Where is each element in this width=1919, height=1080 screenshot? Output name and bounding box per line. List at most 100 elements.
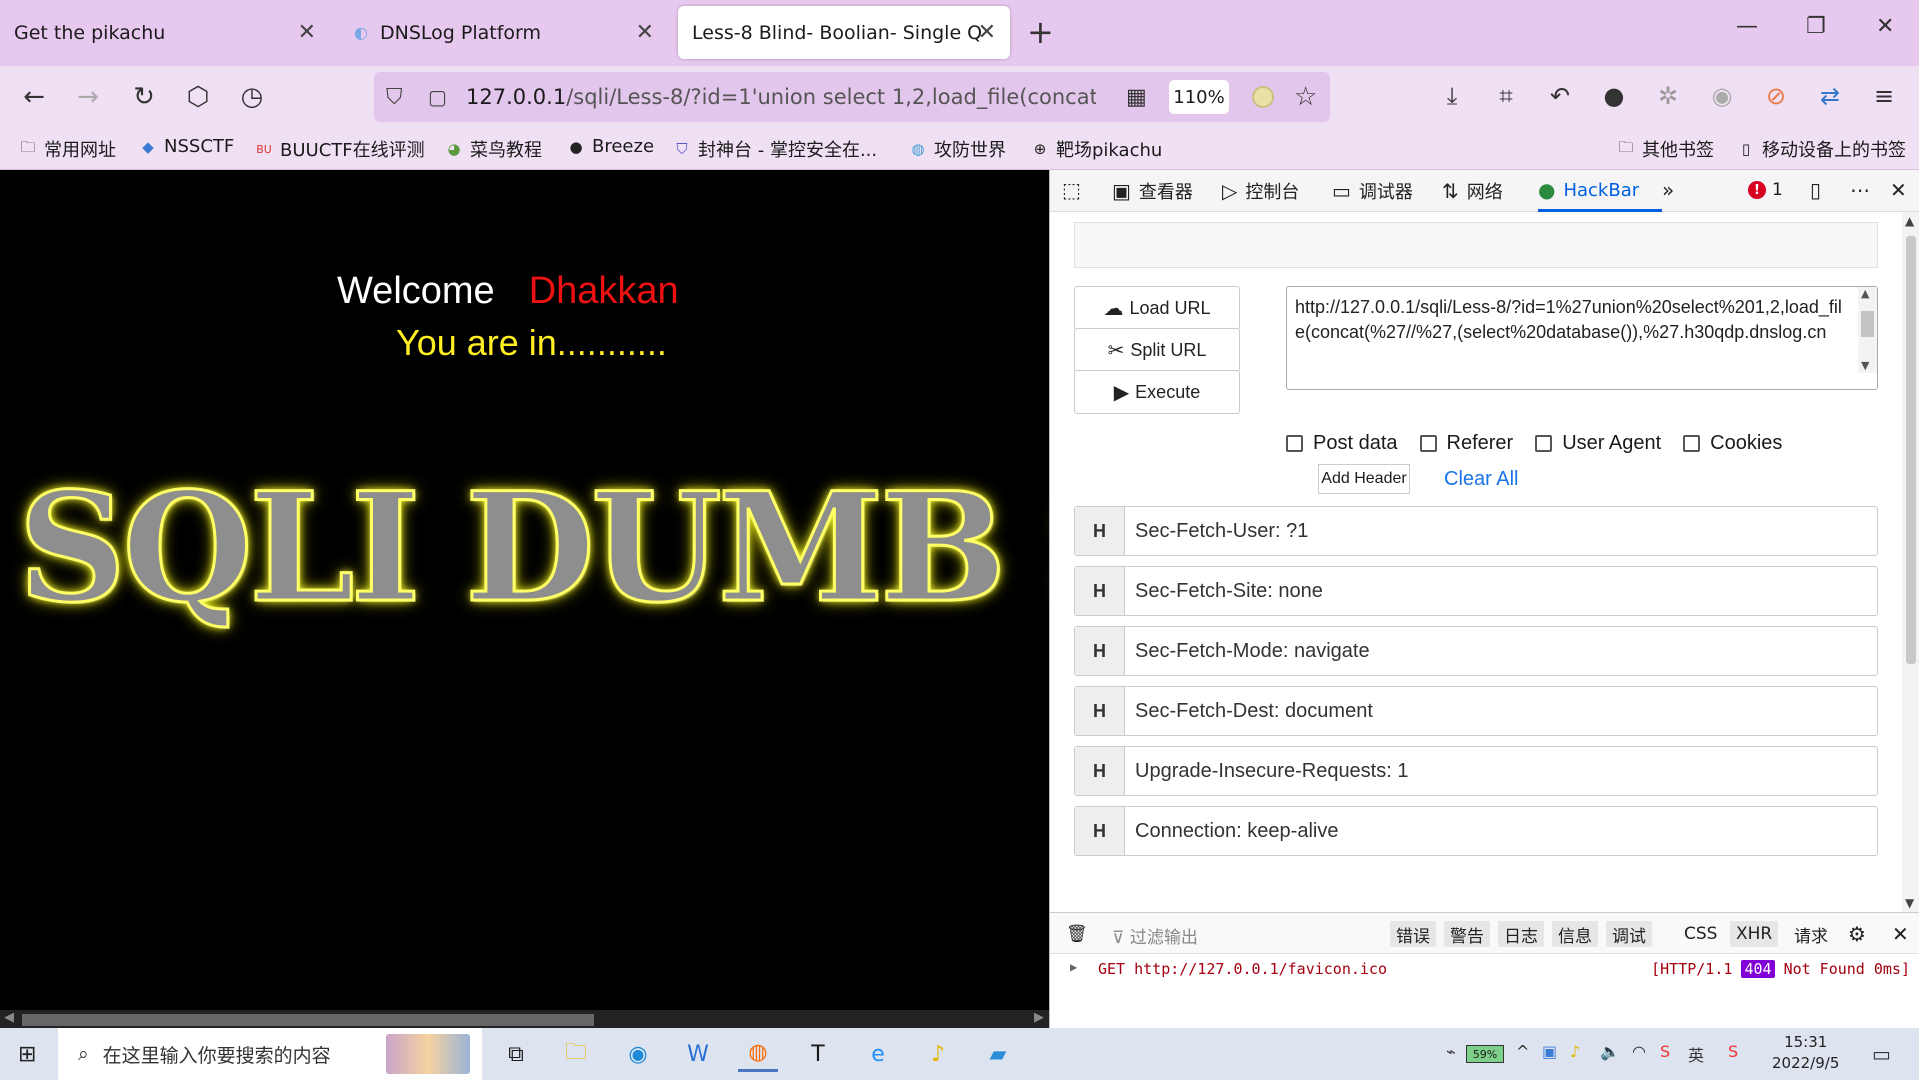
filter-css[interactable]: CSS xyxy=(1678,921,1723,947)
load-url-button[interactable]: ☁ Load URL xyxy=(1074,286,1240,330)
cookies-checkbox[interactable]: Cookies xyxy=(1683,432,1782,455)
file-explorer-icon[interactable]: 🗀 xyxy=(556,1036,596,1072)
filter-input[interactable]: ⊽ 过滤输出 xyxy=(1112,923,1198,948)
menu-icon[interactable]: ≡ xyxy=(1869,82,1899,110)
circle-icon[interactable]: ◉ xyxy=(1707,82,1737,110)
wps-icon[interactable]: W xyxy=(678,1036,718,1072)
bookmark-item[interactable]: ● Breeze xyxy=(566,136,654,157)
reload-icon[interactable]: ↻ xyxy=(126,79,162,115)
page-info-icon[interactable]: ▢ xyxy=(428,85,447,109)
notifications-icon[interactable]: ▭ xyxy=(1872,1042,1891,1066)
new-tab-button[interactable]: + xyxy=(1027,13,1054,51)
battery-plug-icon[interactable]: ⌁ xyxy=(1446,1042,1456,1061)
header-value[interactable]: Upgrade-Insecure-Requests: 1 xyxy=(1125,747,1877,795)
header-value[interactable]: Sec-Fetch-Site: none xyxy=(1125,567,1877,615)
back-icon[interactable]: ← xyxy=(16,79,52,115)
close-window-icon[interactable]: ✕ xyxy=(1876,14,1894,39)
close-console-icon[interactable]: ✕ xyxy=(1886,921,1915,947)
textarea-scrollbar[interactable]: ▲ ▼ xyxy=(1858,287,1877,373)
edge-icon[interactable]: ◉ xyxy=(618,1036,658,1072)
undo-icon[interactable]: ↶ xyxy=(1545,82,1575,110)
qr-code-icon[interactable]: ▦ xyxy=(1126,85,1147,110)
restore-icon[interactable]: ❐ xyxy=(1806,14,1826,39)
firefox-icon[interactable]: ◍ xyxy=(738,1036,778,1072)
tab-inspector[interactable]: ▣ 查看器 xyxy=(1112,178,1193,204)
block-icon[interactable]: ⊘ xyxy=(1761,82,1791,110)
extensions-icon[interactable]: ⬡ xyxy=(180,79,216,115)
more-options-icon[interactable]: ⋯ xyxy=(1850,178,1878,202)
sogou-input-icon[interactable]: S xyxy=(1728,1042,1738,1061)
header-tag[interactable]: H xyxy=(1075,807,1125,855)
header-tag[interactable]: H xyxy=(1075,747,1125,795)
header-value[interactable]: Sec-Fetch-Dest: document xyxy=(1125,687,1877,735)
filter-errors[interactable]: 错误 xyxy=(1390,921,1436,947)
close-tab-icon[interactable]: ✕ xyxy=(636,20,654,45)
filter-xhr[interactable]: XHR xyxy=(1730,921,1779,947)
wifi-icon[interactable]: ◠ xyxy=(1632,1042,1646,1061)
scrollbar-thumb[interactable] xyxy=(22,1014,594,1026)
tray-qq-icon[interactable]: ♪ xyxy=(1570,1042,1580,1061)
header-tag[interactable]: H xyxy=(1075,627,1125,675)
tab-get-the-pikachu[interactable]: Get the pikachu ✕ xyxy=(0,6,330,59)
bulb-icon[interactable]: ● xyxy=(1599,82,1629,110)
scroll-right-icon[interactable]: ▶ xyxy=(1034,1010,1044,1025)
tab-console[interactable]: ▷ 控制台 xyxy=(1222,178,1299,204)
tab-debugger[interactable]: ▭ 调试器 xyxy=(1332,178,1413,204)
bookmark-item[interactable]: 🗀 常用网址 xyxy=(18,136,116,162)
filter-requests[interactable]: 请求 xyxy=(1788,921,1834,947)
bookmark-item[interactable]: ◕ 菜鸟教程 xyxy=(444,136,542,162)
extension-icon[interactable] xyxy=(1252,86,1274,108)
bookmark-item[interactable]: ▯ 移动设备上的书签 xyxy=(1736,136,1906,162)
close-devtools-icon[interactable]: ✕ xyxy=(1890,178,1915,202)
minimize-icon[interactable]: — xyxy=(1736,14,1758,39)
close-tab-icon[interactable]: ✕ xyxy=(298,20,316,45)
bookmark-item[interactable]: BU BUUCTF在线评测 xyxy=(254,136,424,162)
windows-start-icon[interactable]: ⊞ xyxy=(18,1042,36,1067)
task-view-icon[interactable]: ⧉ xyxy=(496,1036,536,1072)
header-tag[interactable]: H xyxy=(1075,687,1125,735)
header-tag[interactable]: H xyxy=(1075,567,1125,615)
header-value[interactable]: Connection: keep-alive xyxy=(1125,807,1877,855)
tray-app-icon[interactable]: ▣ xyxy=(1542,1042,1557,1061)
user-agent-checkbox[interactable]: User Agent xyxy=(1535,432,1661,455)
header-value[interactable]: Sec-Fetch-User: ?1 xyxy=(1125,507,1877,555)
shield-icon[interactable]: ⛉ xyxy=(386,85,403,110)
qq-music-icon[interactable]: ♪ xyxy=(918,1036,958,1072)
filter-warnings[interactable]: 警告 xyxy=(1444,921,1490,947)
filter-logs[interactable]: 日志 xyxy=(1498,921,1544,947)
hackbar-scrollbar[interactable]: ▲ ▼ xyxy=(1902,212,1919,912)
filter-debug[interactable]: 调试 xyxy=(1606,921,1652,947)
log-url[interactable]: http://127.0.0.1/favicon.ico xyxy=(1134,960,1387,978)
console-log-entry[interactable]: ▶ GET http://127.0.0.1/favicon.ico [HTTP… xyxy=(1050,954,1919,986)
bookmark-item[interactable]: ⊕ 靶场pikachu xyxy=(1030,136,1163,162)
close-tab-icon[interactable]: ✕ xyxy=(978,20,996,45)
battery-indicator[interactable]: 59% xyxy=(1466,1045,1504,1063)
url-text[interactable]: 127.0.0.1/sqli/Less-8/?id=1'union select… xyxy=(466,85,1096,109)
ie-icon[interactable]: e xyxy=(858,1036,898,1072)
element-picker-icon[interactable]: ⬚ xyxy=(1062,178,1089,202)
add-header-button[interactable]: Add Header xyxy=(1318,464,1410,494)
filter-info[interactable]: 信息 xyxy=(1552,921,1598,947)
scroll-left-icon[interactable]: ◀ xyxy=(4,1010,14,1025)
settings-gear-icon[interactable]: ⚙ xyxy=(1842,921,1872,947)
trash-icon[interactable]: 🗑 xyxy=(1060,921,1094,947)
volume-icon[interactable]: 🔈 xyxy=(1600,1042,1620,1061)
error-count-badge[interactable]: ! 1 xyxy=(1748,180,1783,200)
post-data-checkbox[interactable]: Post data xyxy=(1286,432,1398,455)
expand-arrow-icon[interactable]: ▶ xyxy=(1070,960,1077,974)
forward-icon[interactable]: → xyxy=(70,79,106,115)
header-tag[interactable]: H xyxy=(1075,507,1125,555)
dock-icon[interactable]: ▯ xyxy=(1810,178,1829,202)
referer-checkbox[interactable]: Referer xyxy=(1419,432,1513,455)
history-icon[interactable]: ◷ xyxy=(234,79,270,115)
puzzle-icon[interactable]: ✲ xyxy=(1653,82,1683,110)
hackbar-top-input[interactable] xyxy=(1074,222,1878,268)
url-bar[interactable]: ⛉ ▢ 127.0.0.1/sqli/Less-8/?id=1'union se… xyxy=(374,72,1330,122)
more-tabs-icon[interactable]: » xyxy=(1662,178,1682,202)
bookmark-item[interactable]: ◍ 攻防世界 xyxy=(908,136,1006,162)
bookmark-item[interactable]: ◆ NSSCTF xyxy=(138,136,234,157)
scrollbar-thumb[interactable] xyxy=(1906,236,1916,664)
horizontal-scrollbar[interactable]: ◀ ▶ xyxy=(0,1010,1049,1028)
tab-hackbar[interactable]: ● HackBar xyxy=(1538,178,1639,202)
crop-icon[interactable]: ⌗ xyxy=(1491,82,1521,110)
